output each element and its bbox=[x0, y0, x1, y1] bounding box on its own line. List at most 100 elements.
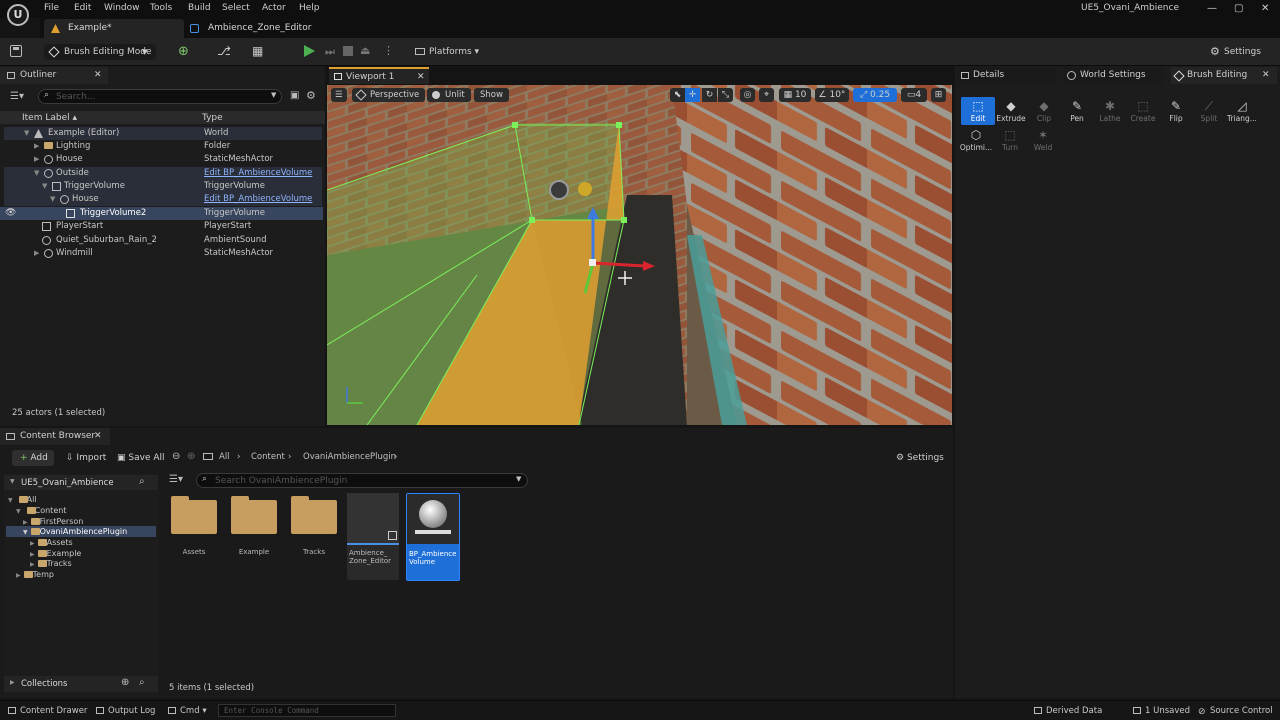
tab-ambience-zone-editor[interactable]: Ambience_Zone_Editor bbox=[184, 19, 334, 38]
asset-folder-tracks[interactable]: Tracks bbox=[288, 494, 340, 556]
tree-item-assets[interactable]: ▶ Assets bbox=[30, 537, 73, 548]
menu-build[interactable]: Build bbox=[188, 3, 211, 13]
console-command-input[interactable]: Enter Console Command bbox=[218, 704, 396, 717]
source-control-button[interactable]: ⊘ Source Control bbox=[1198, 705, 1273, 717]
menu-select[interactable]: Select bbox=[222, 3, 250, 13]
output-log-button[interactable]: Output Log bbox=[96, 705, 155, 717]
tree-item-temp[interactable]: ▶ Temp bbox=[16, 569, 54, 580]
brush-tool-extrude[interactable]: ◆ Extrude bbox=[994, 99, 1028, 123]
asset-folder-example[interactable]: Example bbox=[228, 494, 280, 556]
content-drawer-button[interactable]: Content Drawer bbox=[8, 705, 87, 717]
brush-tool-optimize[interactable]: ⬡ Optimi... bbox=[959, 128, 993, 152]
tree-item-ovani-plugin-selected[interactable]: ▼ OvaniAmbiencePlugin bbox=[6, 526, 156, 537]
outliner-row[interactable]: PlayerStart PlayerStart bbox=[4, 220, 322, 233]
ambient-sound-actor-icon[interactable] bbox=[549, 180, 569, 200]
breadcrumb-content[interactable]: Content bbox=[251, 452, 285, 462]
edit-blueprint-link[interactable]: Edit BP_AmbienceVolume bbox=[204, 167, 312, 180]
chevron-down-icon[interactable]: ▼ bbox=[10, 478, 15, 485]
play-button[interactable] bbox=[304, 45, 315, 57]
speaker-icon[interactable] bbox=[578, 182, 592, 196]
search-icon[interactable]: ⌕ bbox=[139, 476, 145, 487]
brush-tool-flip[interactable]: ✎ Flip bbox=[1159, 99, 1193, 123]
brush-tool-create[interactable]: ⬚ Create bbox=[1126, 99, 1160, 123]
settings-button[interactable]: ⚙ Settings bbox=[1208, 44, 1272, 60]
platforms-button[interactable]: Platforms ▾ bbox=[414, 44, 480, 60]
more-options-icon[interactable]: ⋮ bbox=[383, 44, 394, 57]
rotation-snap-toggle[interactable]: ∠ 10° bbox=[815, 88, 849, 102]
close-icon[interactable]: ✕ bbox=[1262, 67, 1270, 84]
add-button[interactable]: + Add bbox=[12, 450, 54, 466]
viewport-scene[interactable] bbox=[327, 85, 952, 425]
search-icon[interactable]: ⌕ bbox=[139, 677, 145, 688]
unlit-button[interactable]: Unlit bbox=[427, 88, 471, 102]
asset-ambience-zone-editor[interactable]: Ambience_ Zone_Editor bbox=[347, 493, 399, 580]
brush-tool-weld[interactable]: ✶ Weld bbox=[1026, 128, 1060, 152]
close-icon[interactable]: ✕ bbox=[94, 428, 102, 445]
import-button[interactable]: ⇩ Import bbox=[66, 450, 110, 466]
skip-icon[interactable]: ⏭ bbox=[325, 45, 335, 59]
viewport-menu-icon[interactable]: ☰ bbox=[331, 88, 347, 102]
unsaved-button[interactable]: 1 Unsaved bbox=[1133, 705, 1190, 717]
3d-viewport[interactable] bbox=[327, 85, 952, 425]
breadcrumb-ovani-plugin[interactable]: OvaniAmbiencePlugin bbox=[303, 452, 396, 462]
minimize-icon[interactable]: — bbox=[1207, 3, 1217, 14]
outliner-row[interactable]: ▶ House StaticMeshActor bbox=[4, 153, 322, 166]
outliner-row-selected[interactable]: 👁 TriggerVolume2 TriggerVolume bbox=[0, 207, 323, 220]
filter-icon[interactable]: ☰▾ bbox=[10, 91, 24, 102]
select-tool-icon[interactable]: ⬉ bbox=[670, 88, 685, 102]
brush-tool-split[interactable]: ⟋ Split bbox=[1192, 99, 1226, 123]
asset-bp-ambience-volume-selected[interactable]: BP_Ambience Volume bbox=[406, 493, 460, 581]
edit-blueprint-link[interactable]: Edit BP_AmbienceVolume bbox=[204, 193, 312, 206]
close-icon[interactable]: ✕ bbox=[417, 69, 425, 86]
menu-window[interactable]: Window bbox=[104, 3, 140, 13]
column-item-label[interactable]: Item Label ▴ bbox=[22, 113, 77, 123]
add-folder-icon[interactable]: ▣ bbox=[290, 90, 299, 101]
brush-tool-edit[interactable]: ⬚ Edit bbox=[961, 97, 995, 125]
visibility-eye-icon[interactable]: 👁 bbox=[5, 207, 16, 220]
brush-tool-turn[interactable]: ⬚ Turn bbox=[993, 128, 1027, 152]
tree-item-all[interactable]: ▼ All bbox=[8, 494, 37, 505]
menu-tools[interactable]: Tools bbox=[150, 3, 172, 13]
perspective-button[interactable]: Perspective bbox=[352, 88, 426, 102]
surface-snap-icon[interactable]: ⌖ bbox=[759, 88, 774, 102]
add-collection-icon[interactable]: ⊕ bbox=[121, 677, 129, 688]
collections-header[interactable]: ▶ Collections ⊕ ⌕ bbox=[4, 676, 158, 692]
column-type[interactable]: Type bbox=[202, 113, 223, 123]
blueprint-menu-icon[interactable]: ⎇ bbox=[217, 44, 231, 58]
back-arrow-icon[interactable]: ⊖ bbox=[172, 451, 180, 462]
tree-item-tracks[interactable]: ▶ Tracks bbox=[30, 558, 72, 569]
rotate-tool-icon[interactable]: ↻ bbox=[702, 88, 717, 102]
outliner-row[interactable]: ▼ Outside Edit BP_AmbienceVolume bbox=[4, 167, 322, 180]
outliner-search-input[interactable]: ⌕ Search... ▼ bbox=[38, 89, 282, 104]
save-all-button[interactable]: ▣ Save All bbox=[117, 450, 167, 466]
viewport-tab[interactable]: Viewport 1 ✕ bbox=[329, 67, 429, 84]
outliner-row[interactable]: ▼ Example (Editor) World bbox=[4, 127, 322, 140]
world-space-icon[interactable]: ◎ bbox=[740, 88, 755, 102]
content-settings-button[interactable]: ⚙ Settings bbox=[896, 450, 950, 466]
outliner-tab[interactable]: Outliner ✕ bbox=[0, 67, 108, 84]
unreal-logo-icon[interactable]: U bbox=[7, 4, 29, 26]
tab-brush-editing[interactable]: Brush Editing ✕ bbox=[1171, 67, 1277, 84]
brush-tool-lathe[interactable]: ✱ Lathe bbox=[1093, 99, 1127, 123]
outliner-row[interactable]: Quiet_Suburban_Rain_2 AmbientSound bbox=[4, 234, 322, 247]
menu-edit[interactable]: Edit bbox=[74, 3, 91, 13]
eject-icon[interactable]: ⏏ bbox=[360, 44, 370, 57]
tab-example[interactable]: Example* bbox=[44, 19, 184, 38]
filter-icon[interactable]: ☰▾ bbox=[169, 474, 183, 485]
outliner-row[interactable]: ▶ Windmill StaticMeshActor bbox=[4, 247, 322, 260]
close-icon[interactable]: ✕ bbox=[94, 67, 102, 84]
gear-icon[interactable]: ⚙ bbox=[306, 89, 316, 102]
scale-tool-icon[interactable]: ⤡ bbox=[718, 88, 733, 102]
layout-icon[interactable]: ⊞ bbox=[931, 88, 946, 102]
menu-actor[interactable]: Actor bbox=[262, 3, 286, 13]
maximize-icon[interactable]: ▢ bbox=[1234, 3, 1243, 14]
close-window-icon[interactable]: ✕ bbox=[1261, 3, 1269, 14]
scale-snap-toggle[interactable]: ⤢ 0.25 bbox=[853, 88, 897, 102]
grid-snap-toggle[interactable]: ▦ 10 bbox=[779, 88, 811, 102]
tab-world-settings[interactable]: World Settings bbox=[1064, 67, 1164, 84]
tab-details[interactable]: Details bbox=[957, 67, 1057, 84]
translate-tool-icon[interactable]: ✛ bbox=[685, 88, 700, 102]
save-icon[interactable] bbox=[10, 45, 22, 57]
stop-button[interactable] bbox=[343, 46, 353, 56]
show-button[interactable]: Show bbox=[474, 88, 509, 102]
